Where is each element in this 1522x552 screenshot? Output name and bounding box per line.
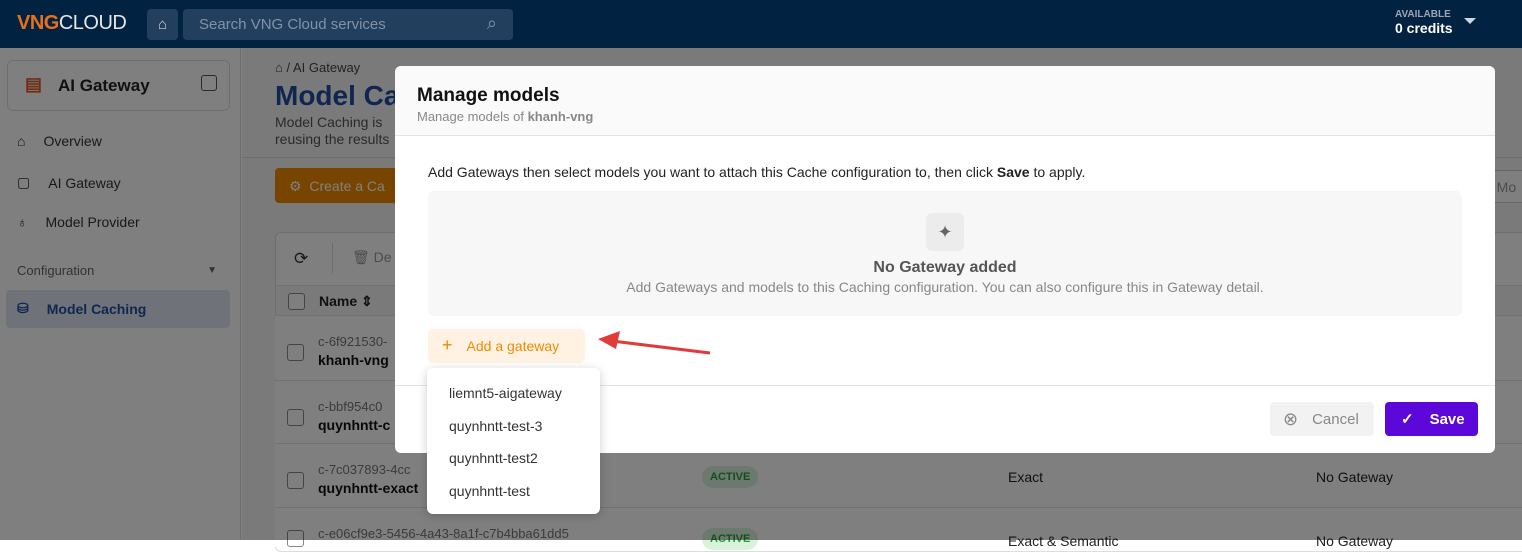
arrow-line bbox=[611, 339, 711, 355]
plus-icon: + bbox=[442, 335, 453, 355]
dropdown-option[interactable]: liemnt5-aigateway bbox=[427, 376, 600, 409]
dropdown-option[interactable]: quynhntt-test bbox=[427, 474, 600, 507]
dialog-subtitle: Manage models of khanh-vng bbox=[417, 109, 594, 124]
arrow-head bbox=[598, 331, 620, 349]
add-gateway-button[interactable]: + Add a gateway bbox=[428, 329, 585, 363]
chevron-down-icon[interactable] bbox=[1464, 18, 1476, 24]
dropdown-option[interactable]: quynhntt-test-3 bbox=[427, 409, 600, 442]
dialog-header: Manage models Manage models of khanh-vng bbox=[395, 66, 1495, 136]
dropdown-option[interactable]: quynhntt-test2 bbox=[427, 441, 600, 474]
check-icon: ✓ bbox=[1401, 411, 1414, 428]
search-icon: ⌕ bbox=[486, 13, 497, 33]
close-circle-icon: ⊗ bbox=[1283, 408, 1299, 429]
save-button[interactable]: ✓ Save bbox=[1385, 402, 1478, 436]
cancel-button[interactable]: ⊗ Cancel bbox=[1270, 402, 1374, 436]
instruction-text: Add Gateways then select models you want… bbox=[428, 164, 1086, 180]
empty-description: Add Gateways and models to this Caching … bbox=[626, 279, 1264, 295]
dialog-title: Manage models bbox=[417, 85, 560, 106]
gateway-sparkle-icon: ✦ bbox=[926, 213, 964, 251]
gateway-dropdown: liemnt5-aigateway quynhntt-test-3 quynhn… bbox=[427, 368, 600, 514]
top-bar: VNGCLOUD ⌂ Search VNG Cloud services ⌕ AV… bbox=[0, 0, 1522, 48]
search-input[interactable]: Search VNG Cloud services ⌕ bbox=[183, 9, 513, 40]
annotation-arrow bbox=[598, 331, 711, 355]
home-button[interactable]: ⌂ bbox=[147, 9, 178, 40]
home-icon: ⌂ bbox=[157, 16, 168, 33]
vng-cloud-logo[interactable]: VNGCLOUD bbox=[17, 12, 127, 35]
empty-state: ✦ No Gateway added Add Gateways and mode… bbox=[428, 191, 1462, 316]
credits-menu[interactable]: AVAILABLE 0 credits bbox=[1395, 9, 1453, 36]
empty-title: No Gateway added bbox=[873, 259, 1017, 276]
